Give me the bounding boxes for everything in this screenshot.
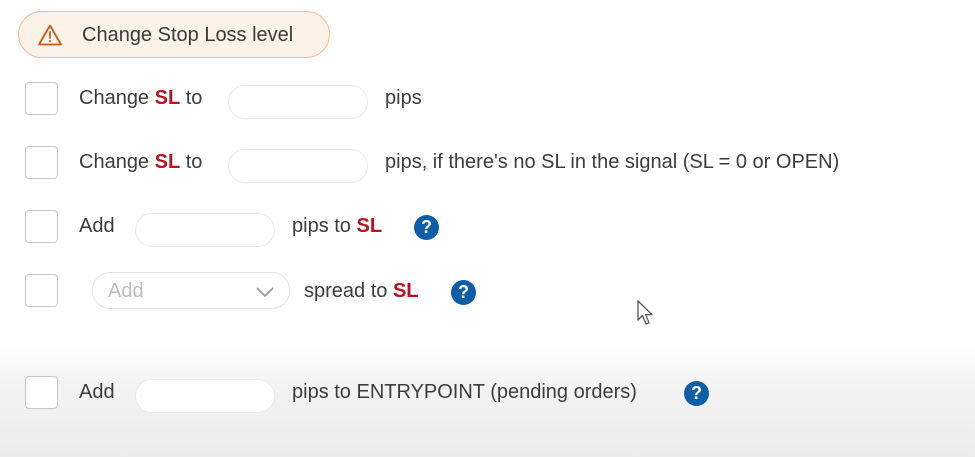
row1-suffix: pips [385,87,422,109]
row5-prefix: Add [79,381,115,403]
row2-label: Change SL to [79,150,202,174]
row1-prefix: Change [79,87,150,109]
header-title: Change Stop Loss level [82,24,294,46]
row2-suffix: pips, if there's no SL in the signal (SL… [385,151,840,173]
row1-label: Change SL to [79,86,202,110]
row4-label: spread to SL [304,279,419,303]
row3-suffix: pips to [292,215,351,237]
row3-sl: SL [356,215,383,237]
help-icon[interactable]: ? [414,215,439,240]
add-pips-to-sl-input[interactable] [135,213,275,247]
row3-prefix: Add [79,215,115,237]
chevron-down-icon [256,287,274,298]
add-spread-to-sl-checkbox[interactable] [25,274,58,307]
spread-select-value: Add [108,280,144,302]
change-stop-loss-header[interactable]: Change Stop Loss level [18,11,330,58]
row2-prefix: Change [79,151,150,173]
mouse-cursor-icon [637,300,653,325]
row5-suffix: pips to ENTRYPOINT (pending orders) [292,381,637,403]
change-sl-pips-input[interactable] [228,85,368,119]
change-sl-if-no-sl-pips-input[interactable] [228,149,368,183]
row3-label: pips to SL [292,214,382,238]
help-icon[interactable]: ? [451,280,476,305]
add-pips-to-entrypoint-input[interactable] [135,379,275,413]
spread-select[interactable]: Add [92,272,290,309]
add-pips-to-entrypoint-checkbox[interactable] [25,376,58,409]
row4-suffix: spread to [304,280,388,302]
row4-sl: SL [392,280,419,302]
row2-mid: to [185,151,203,173]
row1-sl: SL [154,87,181,109]
help-icon[interactable]: ? [684,381,709,406]
warning-triangle-icon [38,24,62,46]
change-sl-if-no-sl-checkbox[interactable] [25,146,58,179]
row1-mid: to [185,87,203,109]
row2-sl: SL [154,151,181,173]
add-pips-to-sl-checkbox[interactable] [25,210,58,243]
change-sl-checkbox[interactable] [25,82,58,115]
